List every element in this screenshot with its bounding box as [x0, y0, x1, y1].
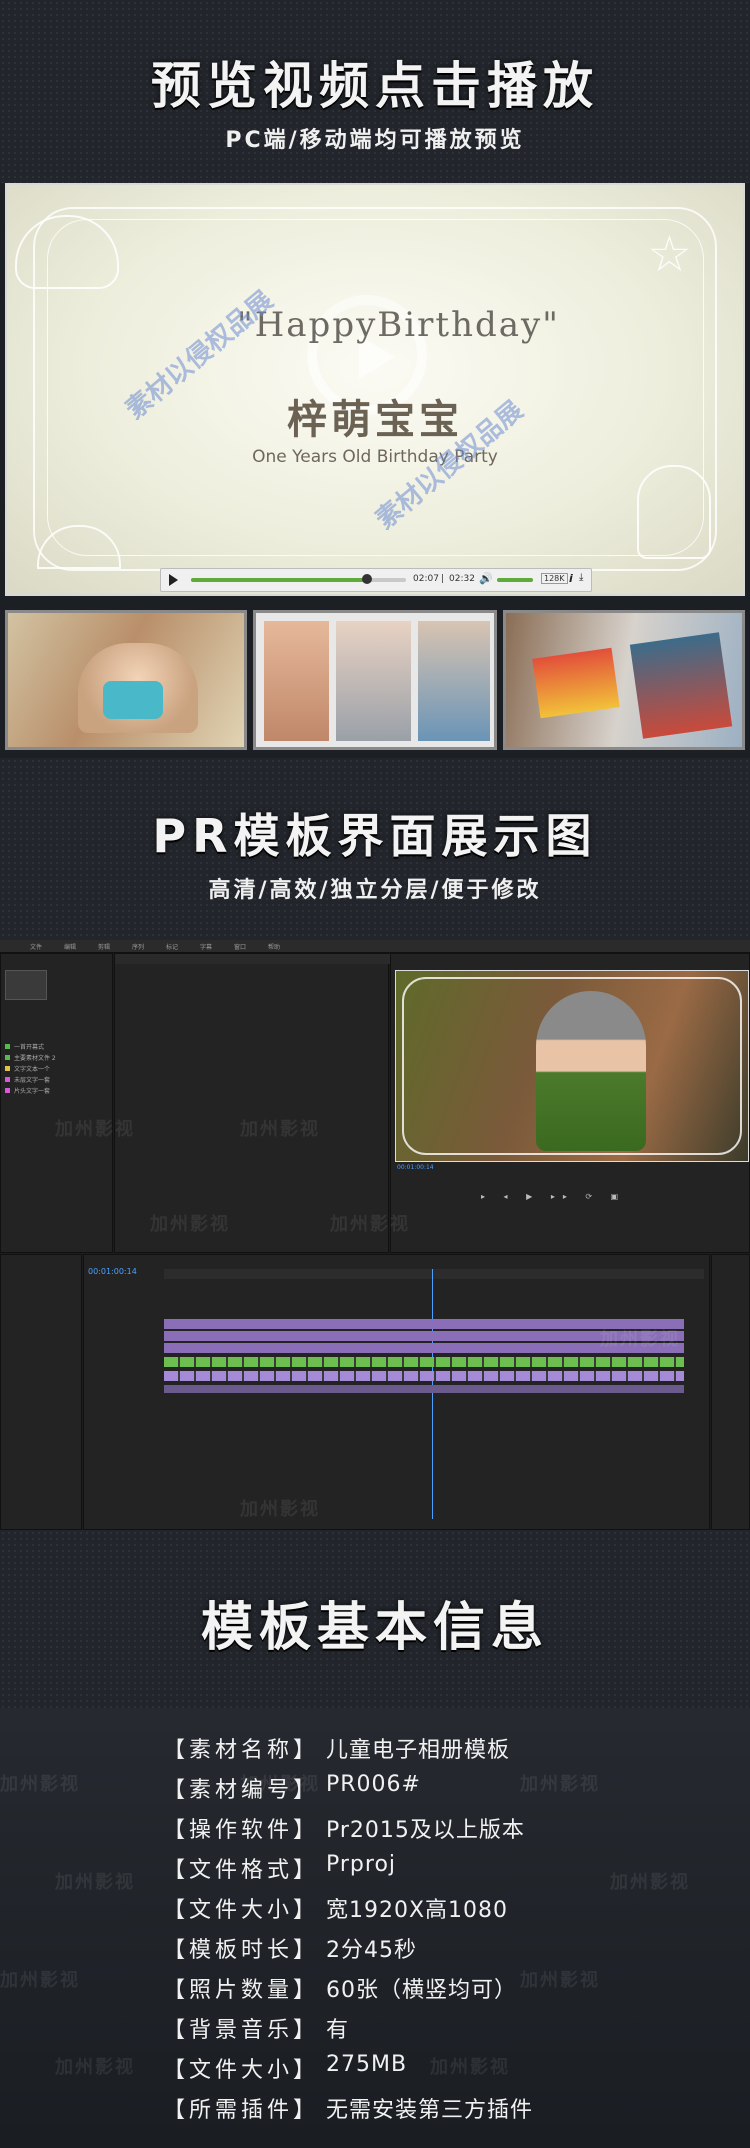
seek-bar[interactable] [191, 574, 406, 584]
track-a1 [164, 1371, 684, 1381]
pr-watermark-3: 加州影视 [150, 1214, 230, 1235]
volume-icon[interactable]: 🔊 [479, 572, 493, 585]
photo-panel-b [336, 621, 411, 741]
pr-watermark-2: 加州影视 [240, 1119, 320, 1140]
playhead[interactable] [432, 1269, 433, 1519]
pr-title: PR模板界面展示图 [152, 809, 598, 863]
pr-program-panel: 00:01:00:14 ▸ ◂ ▶ ▸▸ ⟳ ▣ [390, 953, 750, 1253]
preview-subtitle: PC端/移动端均可播放预览 [225, 128, 525, 153]
pr-menu-item[interactable]: 帮助 [268, 942, 280, 951]
pr-watermark-6: 加州影视 [240, 1499, 320, 1520]
info-row: 【素材编号】 PR006# [163, 1772, 421, 1803]
pr-menu-item[interactable]: 字幕 [200, 942, 212, 951]
info-watermark-7: 加州影视 [520, 1970, 600, 1991]
party-subtitle: One Years Old Birthday Party [252, 447, 498, 467]
seek-knob[interactable] [362, 574, 373, 584]
volume-slider[interactable] [497, 578, 533, 582]
timeline-timecode: 00:01:00:14 [88, 1267, 137, 1276]
pr-menu-item[interactable]: 标记 [166, 942, 178, 951]
info-icon[interactable]: i [569, 572, 573, 585]
video-controls: 02:07 | 02:32 🔊 128K i ⤓ [160, 568, 592, 592]
pr-source-panel [114, 953, 390, 1253]
pr-menu-item[interactable]: 文件 [30, 942, 42, 951]
play-button[interactable] [169, 574, 178, 586]
starfish-doodle-icon: ☆ [647, 225, 692, 283]
project-list-item[interactable]: 片头文字一套 [5, 1078, 50, 1097]
preview-title: 预览视频点击播放 [151, 57, 599, 115]
info-row: 【文件大小】 宽1920X高1080 [163, 1898, 509, 1923]
info-watermark-9: 加州影视 [430, 2057, 510, 2078]
photo-panel-c [418, 621, 490, 741]
pr-audio-meters [711, 1254, 750, 1530]
pr-watermark-4: 加州影视 [330, 1214, 410, 1235]
project-item-label: 片头文字一套 [14, 1088, 51, 1095]
quality-badge[interactable]: 128K [541, 573, 568, 584]
video-player[interactable]: "HappyBirthday" 梓萌宝宝 One Years Old Birth… [5, 183, 745, 596]
thumbnail-2[interactable] [253, 610, 497, 750]
info-watermark-4: 加州影视 [55, 1872, 135, 1893]
time-total: 02:32 [449, 574, 475, 584]
info-watermark-8: 加州影视 [55, 2057, 135, 2078]
camera-toy-icon [103, 681, 163, 719]
info-row: 【照片数量】 60张（横竖均可） [163, 1978, 517, 2003]
photo-panel-a [264, 621, 329, 741]
transport-controls[interactable]: ▸ ◂ ▶ ▸▸ ⟳ ▣ [481, 1192, 721, 1202]
project-thumbnail [5, 970, 47, 1000]
pr-project-panel: 一首开幕式 主要素材文件 2 文字文本一个 未层文字一套 片头文字一套 [0, 953, 113, 1253]
photo-toys [532, 647, 620, 719]
label-color-icon [5, 1088, 10, 1093]
info-row: 【操作软件】 Pr2015及以上版本 [163, 1818, 525, 1843]
info-row: 【背景音乐】有 [163, 2018, 350, 2043]
track-v1 [164, 1357, 684, 1367]
info-row: 【文件格式】 Prproj [163, 1852, 397, 1883]
pr-timeline-panel: 00:01:00:14 [83, 1254, 710, 1530]
pr-menu-item[interactable]: 序列 [132, 942, 144, 951]
info-watermark-1: 加州影视 [0, 1774, 80, 1795]
photo-socks [629, 632, 733, 739]
time-separator: | [441, 574, 445, 584]
program-preview [395, 970, 749, 1162]
track-a2 [164, 1385, 684, 1393]
pr-subtitle: 高清/高效/独立分层/便于修改 [208, 878, 542, 903]
info-watermark-3: 加州影视 [520, 1774, 600, 1795]
program-child-photo [536, 991, 646, 1151]
pr-menu-item[interactable]: 窗口 [234, 942, 246, 951]
thumbnail-3[interactable] [503, 610, 745, 750]
octopus-doodle-icon [637, 465, 711, 559]
happy-birthday-text: "HappyBirthday" [237, 305, 560, 345]
pr-menu-item[interactable]: 编辑 [64, 942, 76, 951]
pr-menu-item[interactable]: 剪辑 [98, 942, 110, 951]
info-row: 【素材名称】 儿童电子相册模板 [163, 1738, 511, 1763]
info-row: 【所需插件】 无需安装第三方插件 [163, 2098, 534, 2123]
time-current: 02:07 [413, 574, 439, 584]
timeline-ruler [164, 1269, 704, 1279]
seek-bar-fill [191, 578, 368, 582]
download-icon[interactable]: ⤓ [579, 572, 583, 583]
pr-tools-panel [0, 1254, 82, 1530]
info-watermark-6: 加州影视 [0, 1970, 80, 1991]
info-row: 【文件大小】 275MB [163, 2052, 408, 2083]
thumbnail-1[interactable] [5, 610, 247, 750]
info-watermark-5: 加州影视 [610, 1872, 690, 1893]
program-timecode: 00:01:00:14 [397, 1164, 434, 1171]
pr-menubar [0, 940, 750, 953]
pr-watermark-5: 加州影视 [600, 1329, 680, 1350]
premiere-ui-screenshot: 文件 编辑 剪辑 序列 标记 字幕 窗口 帮助 一首开幕式 主要素材文件 2 文字文本一个 未层文字… [0, 940, 750, 1530]
source-tabs [115, 954, 390, 964]
pr-watermark-1: 加州影视 [55, 1119, 135, 1140]
info-row: 【模板时长】 2分45秒 [163, 1938, 417, 1963]
info-title: 模板基本信息 [200, 1598, 549, 1658]
